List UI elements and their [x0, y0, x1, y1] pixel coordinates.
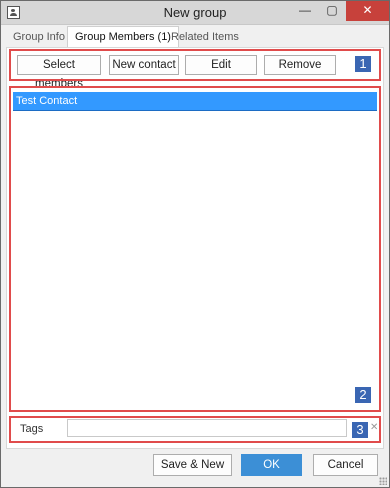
save-and-new-button[interactable]: Save & New	[153, 454, 232, 476]
annotation-badge-1: 1	[355, 56, 371, 72]
new-group-window: New group — ▢ ✕ Group Info Group Members…	[0, 0, 390, 488]
annotation-box-members	[9, 86, 381, 412]
tab-group-members-label: Group Members (1)	[75, 31, 171, 43]
annotation-badge-2: 2	[355, 387, 371, 403]
ok-button[interactable]: OK	[241, 454, 302, 476]
resize-grip-icon[interactable]	[379, 477, 387, 485]
tab-group-members[interactable]: Group Members (1)	[67, 26, 179, 48]
cancel-button[interactable]: Cancel	[313, 454, 378, 476]
maximize-button[interactable]: ▢	[319, 1, 345, 21]
tab-group-info[interactable]: Group Info	[6, 27, 72, 47]
close-button[interactable]: ✕	[346, 1, 389, 21]
annotation-box-toolbar	[9, 49, 381, 81]
tab-related-items[interactable]: Related Items	[164, 27, 246, 47]
annotation-box-tags	[9, 416, 381, 443]
minimize-button[interactable]: —	[292, 1, 318, 21]
annotation-badge-3: 3	[352, 422, 368, 438]
tab-strip: Group Info Group Members (1) Related Ite…	[6, 26, 384, 48]
title-bar[interactable]: New group — ▢ ✕	[1, 1, 389, 25]
